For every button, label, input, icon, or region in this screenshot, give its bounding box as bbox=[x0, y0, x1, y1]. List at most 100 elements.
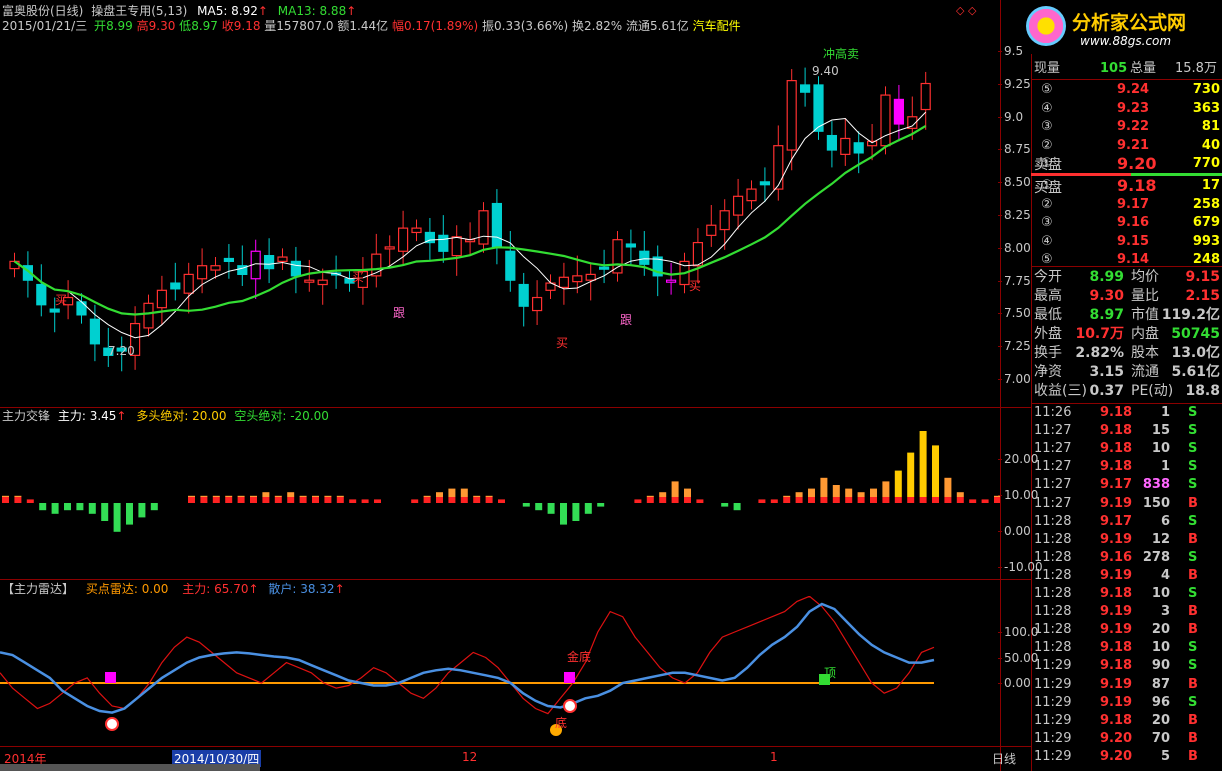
sell-level-row[interactable]: ④ 9.23 363 bbox=[1034, 100, 1222, 117]
force-bar-base bbox=[758, 499, 766, 503]
force-bar bbox=[597, 503, 605, 507]
candle-body bbox=[304, 279, 315, 283]
force-bar-base bbox=[188, 497, 195, 503]
stat-row: 今开 8.99 均价 9.15 bbox=[1034, 269, 1222, 286]
y-tick: 0.00 bbox=[998, 524, 1031, 538]
tick-row[interactable]: 11:28 9.19 20 B bbox=[1034, 621, 1222, 639]
level-number: ④ bbox=[1041, 233, 1053, 249]
tick-volume: 20 bbox=[1151, 712, 1170, 728]
tick-row[interactable]: 11:28 9.17 6 S bbox=[1034, 513, 1222, 531]
candle-body bbox=[692, 241, 704, 267]
indicator2-main: 主力: 65.70 bbox=[182, 582, 249, 596]
indicator2-title: 【主力雷达】 bbox=[2, 582, 75, 596]
window-controls-icon[interactable]: ◇ ◇ bbox=[956, 4, 976, 17]
tick-volume: 4 bbox=[1160, 567, 1170, 583]
tick-row[interactable]: 11:29 9.18 90 S bbox=[1034, 657, 1222, 675]
tick-volume: 6 bbox=[1160, 513, 1170, 529]
candle-body bbox=[210, 265, 221, 271]
tick-row[interactable]: 11:29 9.19 87 B bbox=[1034, 676, 1222, 694]
force-bar-base bbox=[907, 497, 915, 503]
tick-row[interactable]: 11:27 9.19 150 B bbox=[1034, 495, 1222, 513]
force-bar-base bbox=[361, 499, 369, 503]
sell-level-row[interactable]: ① 9.20 770 bbox=[1034, 155, 1222, 172]
stat-label: 流通 bbox=[1131, 364, 1159, 380]
tick-row[interactable]: 11:27 9.18 10 S bbox=[1034, 440, 1222, 458]
tick-row[interactable]: 11:28 9.19 3 B bbox=[1034, 603, 1222, 621]
tick-time: 11:29 bbox=[1034, 748, 1072, 764]
buy-level-row[interactable]: ② 9.17 258 bbox=[1034, 196, 1222, 213]
tick-side: S bbox=[1188, 459, 1198, 475]
candle-body bbox=[49, 308, 60, 313]
stat-label: 均价 bbox=[1131, 269, 1159, 285]
level-volume: 258 bbox=[1192, 196, 1220, 212]
y-tick: 9.25 bbox=[998, 76, 1031, 91]
level-price: 9.22 bbox=[1117, 119, 1150, 134]
level-number: ③ bbox=[1041, 215, 1053, 230]
tick-row[interactable]: 11:29 9.19 96 S bbox=[1034, 694, 1222, 712]
indicator1-bar-chart[interactable] bbox=[0, 425, 1000, 578]
level-volume: 17 bbox=[1201, 178, 1220, 193]
tick-volume: 96 bbox=[1151, 694, 1170, 710]
tick-row[interactable]: 11:29 9.18 20 B bbox=[1034, 712, 1222, 730]
force-bar-base bbox=[969, 499, 977, 503]
force-bar bbox=[113, 503, 121, 532]
force-bar bbox=[436, 492, 443, 497]
tick-row[interactable]: 11:28 9.18 10 S bbox=[1034, 585, 1222, 603]
tick-row[interactable]: 11:28 9.18 10 S bbox=[1034, 639, 1222, 657]
buy-level-row[interactable]: ③ 9.16 679 bbox=[1034, 214, 1222, 231]
tick-price: 9.19 bbox=[1100, 694, 1133, 710]
sp-divider-2 bbox=[1031, 266, 1222, 267]
sell-level-row[interactable]: ③ 9.22 81 bbox=[1034, 118, 1222, 135]
force-bar bbox=[870, 488, 877, 497]
tick-price: 9.19 bbox=[1100, 676, 1133, 692]
tick-price: 9.18 bbox=[1100, 640, 1133, 656]
stat-value: 9.30 bbox=[1089, 288, 1124, 304]
tick-row[interactable]: 11:27 9.18 15 S bbox=[1034, 422, 1222, 440]
sell-level-row[interactable]: ② 9.21 40 bbox=[1034, 137, 1222, 154]
buy-signal-3: 买 bbox=[556, 336, 569, 350]
tick-row[interactable]: 11:28 9.19 4 B bbox=[1034, 567, 1222, 585]
sell-level-row[interactable]: ⑤ 9.24 730 bbox=[1034, 81, 1222, 98]
tick-volume: 278 bbox=[1142, 549, 1170, 565]
tick-row[interactable]: 11:28 9.19 12 B bbox=[1034, 531, 1222, 549]
force-bar-base bbox=[212, 497, 220, 503]
candle-body bbox=[880, 94, 891, 147]
tick-row[interactable]: 11:26 9.18 1 S bbox=[1034, 404, 1222, 422]
candlestick-chart[interactable] bbox=[0, 30, 1000, 406]
force-bar-base bbox=[919, 497, 927, 503]
level-volume: 679 bbox=[1192, 215, 1220, 230]
candle-body bbox=[773, 145, 784, 190]
stat-row: 最高 9.30 量比 2.15 bbox=[1034, 288, 1222, 305]
tick-time: 11:27 bbox=[1034, 459, 1072, 475]
tick-price: 9.19 bbox=[1100, 622, 1133, 638]
stat-label: 最高 bbox=[1034, 288, 1062, 304]
force-bar bbox=[237, 495, 245, 497]
tick-row[interactable]: 11:27 9.18 1 S bbox=[1034, 458, 1222, 476]
tick-side: S bbox=[1188, 586, 1198, 601]
force-bar-base bbox=[250, 497, 257, 503]
tick-row[interactable]: 11:29 9.20 70 B bbox=[1034, 730, 1222, 748]
candle-body bbox=[719, 210, 730, 231]
tick-row[interactable]: 11:29 9.20 5 B bbox=[1034, 748, 1222, 766]
tick-time: 11:28 bbox=[1034, 604, 1072, 620]
force-bar bbox=[39, 503, 47, 511]
bottom-tab-strip[interactable] bbox=[0, 764, 260, 771]
period-label[interactable]: 日线 bbox=[992, 750, 1016, 767]
tick-row[interactable]: 11:27 9.17 838 S bbox=[1034, 476, 1222, 494]
buy-level-row[interactable]: ④ 9.15 993 bbox=[1034, 233, 1222, 250]
level-volume: 81 bbox=[1201, 119, 1220, 134]
buy-level-row[interactable]: ① 9.18 17 bbox=[1034, 177, 1222, 194]
force-bar-base bbox=[684, 497, 691, 503]
candle-body bbox=[36, 283, 47, 306]
force-bar bbox=[250, 495, 257, 497]
indicator2-line-chart[interactable] bbox=[0, 596, 1000, 746]
flower-logo-icon bbox=[1026, 6, 1066, 46]
stat-label: 股本 bbox=[1131, 345, 1159, 361]
tick-time: 11:29 bbox=[1034, 712, 1072, 728]
force-bar-base bbox=[312, 497, 319, 503]
tick-time: 11:29 bbox=[1034, 658, 1072, 674]
tick-side: S bbox=[1188, 640, 1198, 656]
tick-time: 11:28 bbox=[1034, 513, 1072, 529]
candle-body bbox=[531, 296, 543, 312]
tick-row[interactable]: 11:28 9.16 278 S bbox=[1034, 549, 1222, 567]
